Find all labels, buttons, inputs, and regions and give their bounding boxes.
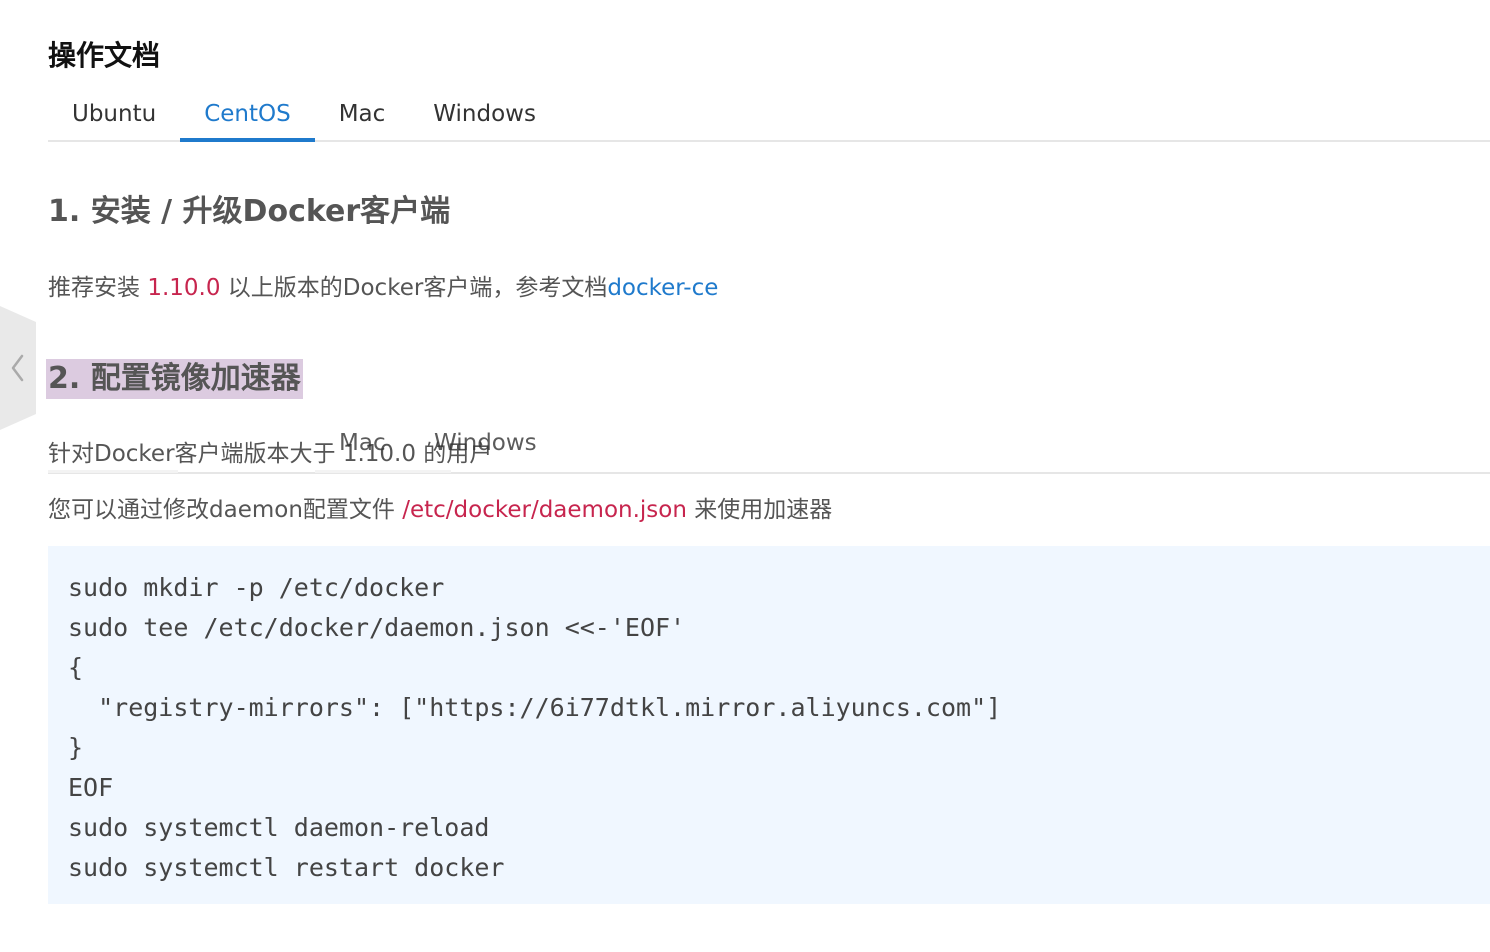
tab-mac[interactable]: Mac	[315, 92, 410, 140]
version-code: 1.10.0	[147, 275, 221, 301]
page-title: 操作文档	[48, 39, 161, 72]
code-line: {	[68, 653, 84, 682]
config-text-prefix: 您可以通过修改daemon配置文件	[48, 497, 403, 523]
install-text-middle: 以上版本的Docker客户端，参考文档	[220, 275, 608, 301]
ghost-divider	[48, 470, 178, 473]
code-line: sudo systemctl daemon-reload	[68, 813, 490, 842]
config-text-suffix: 来使用加速器	[686, 497, 833, 523]
install-recommendation: 推荐安装 1.10.0 以上版本的Docker客户端，参考文档docker-ce	[48, 272, 718, 304]
tab-windows[interactable]: Windows	[409, 92, 560, 140]
code-line: EOF	[68, 773, 114, 802]
chevron-left-icon	[0, 306, 36, 430]
config-path-code: /etc/docker/daemon.json	[402, 497, 687, 523]
section-install-title: 1. 安装 / 升级Docker客户端	[48, 194, 451, 229]
section-mirror-title: 2. 配置镜像加速器	[46, 359, 303, 399]
os-tabs: Ubuntu CentOS Mac Windows	[48, 92, 1490, 142]
mirror-config-instruction: 您可以通过修改daemon配置文件 /etc/docker/daemon.jso…	[48, 494, 832, 526]
tab-ubuntu[interactable]: Ubuntu	[48, 92, 180, 140]
install-text-prefix: 推荐安装	[48, 275, 148, 301]
tab-centos[interactable]: CentOS	[180, 92, 315, 142]
docker-ce-link[interactable]: docker-ce	[607, 275, 718, 301]
docs-page: 操作文档 Ubuntu CentOS Mac Windows 1. 安装 / 升…	[0, 0, 1490, 952]
ghost-divider	[315, 470, 451, 473]
sidebar-collapse-button[interactable]	[0, 306, 36, 430]
code-line: sudo mkdir -p /etc/docker	[68, 573, 445, 602]
code-line: sudo tee /etc/docker/daemon.json <<-'EOF…	[68, 613, 686, 642]
code-line: sudo systemctl restart docker	[68, 853, 505, 882]
code-block[interactable]: sudo mkdir -p /etc/docker sudo tee /etc/d…	[48, 546, 1490, 904]
code-line: "registry-mirrors": ["https://6i77dtkl.m…	[68, 693, 1002, 722]
mirror-version-note: 针对Docker客户端版本大于 1.10.0 的用户	[48, 441, 493, 467]
code-line: }	[68, 733, 84, 762]
